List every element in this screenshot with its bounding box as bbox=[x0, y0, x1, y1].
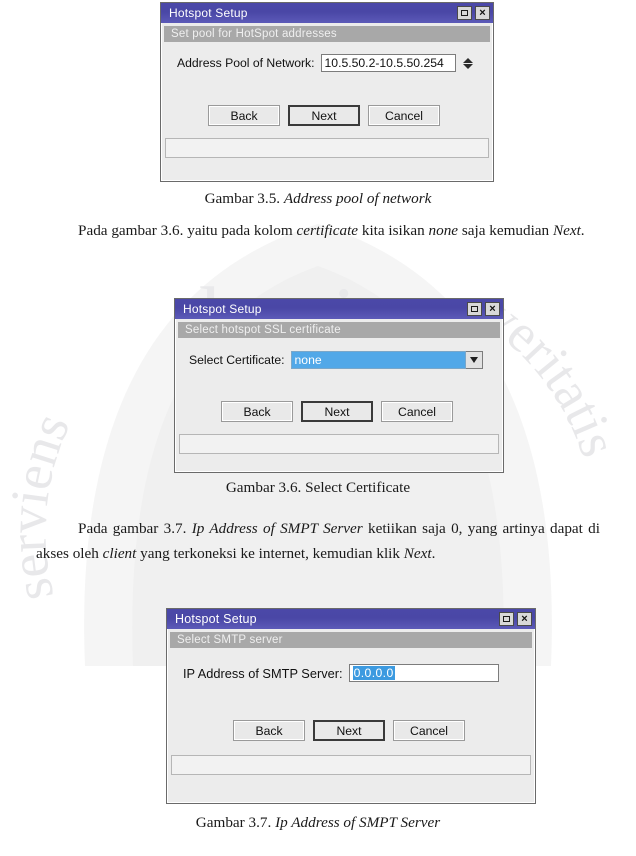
certificate-selected-value: none bbox=[294, 353, 322, 367]
dialog-title: Hotspot Setup bbox=[169, 6, 248, 20]
next-button[interactable]: Next bbox=[313, 720, 385, 741]
close-icon[interactable]: × bbox=[517, 612, 532, 626]
address-pool-field-row: Address Pool of Network: 10.5.50.2-10.5.… bbox=[169, 54, 485, 72]
spinner-up-icon[interactable] bbox=[463, 57, 474, 63]
dialog-titlebar[interactable]: Hotspot Setup × bbox=[175, 299, 503, 319]
hotspot-setup-dialog-select-certificate[interactable]: Hotspot Setup × Select hotspot SSL certi… bbox=[174, 298, 504, 473]
dialog-statusbar bbox=[165, 138, 489, 158]
maximize-icon[interactable] bbox=[467, 302, 482, 316]
next-button[interactable]: Next bbox=[301, 401, 373, 422]
dialog-statusbar bbox=[179, 434, 499, 454]
cancel-button[interactable]: Cancel bbox=[393, 720, 465, 741]
smtp-field-row: IP Address of SMTP Server: 0.0.0.0 bbox=[175, 664, 527, 682]
dialog-button-row: Back Next Cancel bbox=[175, 720, 527, 741]
next-button[interactable]: Next bbox=[288, 105, 360, 126]
figure-caption-3-5: Gambar 3.5. Address pool of network bbox=[204, 190, 432, 207]
back-button[interactable]: Back bbox=[233, 720, 305, 741]
cancel-button[interactable]: Cancel bbox=[381, 401, 453, 422]
dialog-titlebar[interactable]: Hotspot Setup × bbox=[167, 609, 535, 629]
hotspot-setup-dialog-smtp-server[interactable]: Hotspot Setup × Select SMTP server IP Ad… bbox=[166, 608, 536, 804]
maximize-icon[interactable] bbox=[457, 6, 472, 20]
address-pool-spinner[interactable] bbox=[462, 57, 475, 69]
select-certificate-label: Select Certificate: bbox=[189, 353, 285, 367]
close-icon[interactable]: × bbox=[475, 6, 490, 20]
smtp-address-input[interactable]: 0.0.0.0 bbox=[348, 664, 499, 682]
titlebar-buttons: × bbox=[499, 612, 532, 626]
dialog-button-row: Back Next Cancel bbox=[169, 105, 485, 126]
figure-caption-3-7: Gambar 3.7. Ip Address of SMPT Server bbox=[195, 814, 441, 831]
maximize-icon[interactable] bbox=[499, 612, 514, 626]
back-button[interactable]: Back bbox=[208, 105, 280, 126]
document-page: Hotspot Setup × Set pool for HotSpot add… bbox=[0, 0, 636, 856]
figure-caption-3-6: Gambar 3.6. Select Certificate bbox=[225, 479, 411, 496]
dialog-body: Select Certificate: none Back Next Cance… bbox=[175, 338, 503, 422]
address-pool-label: Address Pool of Network: bbox=[177, 56, 315, 70]
dialog-title: Hotspot Setup bbox=[175, 612, 257, 626]
dialog-subtitle: Select hotspot SSL certificate bbox=[178, 322, 500, 338]
cancel-button[interactable]: Cancel bbox=[368, 105, 440, 126]
hotspot-setup-dialog-address-pool[interactable]: Hotspot Setup × Set pool for HotSpot add… bbox=[160, 2, 494, 182]
close-icon[interactable]: × bbox=[485, 302, 500, 316]
dialog-body: Address Pool of Network: 10.5.50.2-10.5.… bbox=[161, 42, 493, 126]
dialog-titlebar[interactable]: Hotspot Setup × bbox=[161, 3, 493, 23]
dialog-subtitle: Set pool for HotSpot addresses bbox=[164, 26, 490, 42]
smtp-address-selected-value: 0.0.0.0 bbox=[352, 666, 395, 680]
dialog-body: IP Address of SMTP Server: 0.0.0.0 Back … bbox=[167, 648, 535, 741]
spinner-down-icon[interactable] bbox=[463, 63, 474, 69]
dialog-statusbar bbox=[171, 755, 531, 775]
paragraph-certificate: Pada gambar 3.6. yaitu pada kolom certif… bbox=[78, 222, 585, 239]
dialog-title: Hotspot Setup bbox=[183, 302, 262, 316]
titlebar-buttons: × bbox=[457, 6, 490, 20]
certificate-combobox-value-area[interactable]: none bbox=[290, 351, 466, 369]
dialog-button-row: Back Next Cancel bbox=[183, 401, 495, 422]
select-certificate-field-row: Select Certificate: none bbox=[183, 351, 495, 369]
back-button[interactable]: Back bbox=[221, 401, 293, 422]
address-pool-input[interactable]: 10.5.50.2-10.5.50.254 bbox=[320, 54, 456, 72]
certificate-combobox[interactable]: none bbox=[290, 351, 483, 369]
dialog-subtitle: Select SMTP server bbox=[170, 632, 532, 648]
paragraph-smtp: Pada gambar 3.7. Ip Address of SMPT Serv… bbox=[36, 520, 600, 562]
titlebar-buttons: × bbox=[467, 302, 500, 316]
smtp-address-label: IP Address of SMTP Server: bbox=[183, 665, 343, 681]
chevron-down-icon[interactable] bbox=[465, 351, 483, 369]
